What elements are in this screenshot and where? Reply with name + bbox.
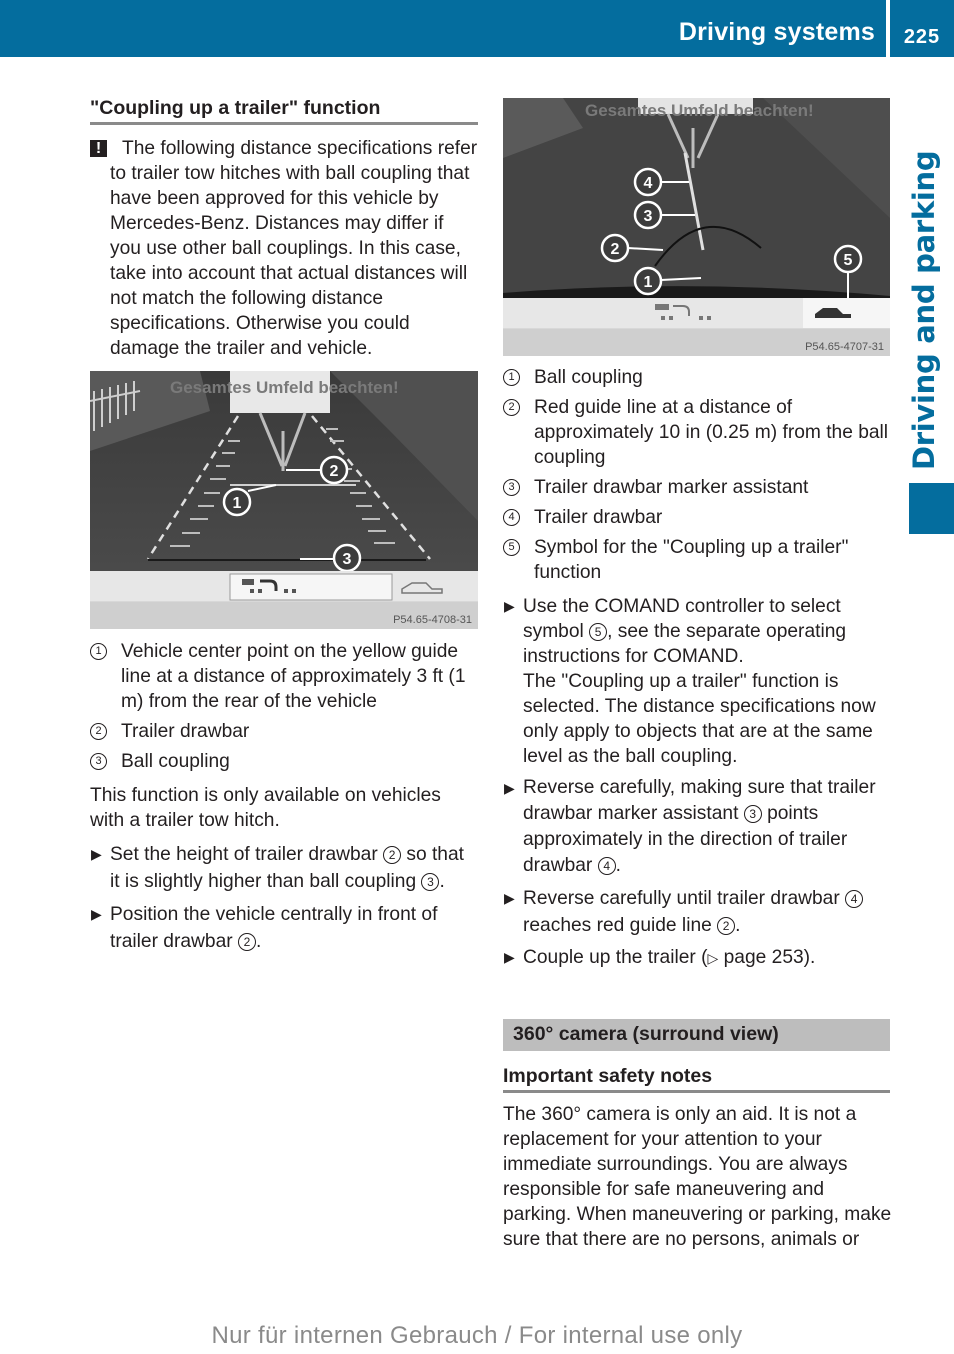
section-heading: 360° camera (surround view) bbox=[513, 1023, 779, 1045]
legend-item: 1 Vehicle center point on the yellow gui… bbox=[90, 639, 478, 714]
svg-text:1: 1 bbox=[644, 274, 653, 291]
callout-ref: 5 bbox=[589, 623, 608, 641]
camera-figure-1: Gesamtes Umfeld beachten! 1 2 3 P54.65-4… bbox=[90, 371, 478, 629]
callout-ref: 4 bbox=[845, 890, 864, 908]
svg-text:2: 2 bbox=[330, 463, 339, 480]
right-steps: ▶ Use the COMAND controller to select sy… bbox=[503, 594, 890, 971]
legend-item: 3 Trailer drawbar marker assistant bbox=[503, 475, 890, 500]
callout-number: 4 bbox=[503, 509, 520, 526]
legend-text: Vehicle center point on the yellow guide… bbox=[121, 641, 466, 712]
legend-text: Trailer drawbar bbox=[534, 507, 663, 528]
instruction-step: ▶ Set the height of trailer drawbar 2 so… bbox=[90, 841, 478, 895]
callout-number: 1 bbox=[90, 643, 107, 660]
callout-number: 5 bbox=[503, 539, 520, 556]
instruction-step: ▶ Reverse carefully, making sure that tr… bbox=[504, 777, 876, 876]
svg-text:1: 1 bbox=[233, 495, 242, 512]
legend-item: 1 Ball coupling bbox=[503, 365, 890, 390]
warning-text: The following distance specifications re… bbox=[110, 138, 478, 359]
legend-text: Trailer drawbar bbox=[121, 721, 250, 742]
chapter-tab-label: Driving and parking bbox=[907, 150, 941, 470]
page-ref-link[interactable]: ▷ page 253 bbox=[708, 947, 804, 968]
legend-text: Trailer drawbar marker assistant bbox=[534, 477, 809, 498]
callout-number: 3 bbox=[503, 479, 520, 496]
figure-code: P54.65-4707-31 bbox=[805, 341, 884, 353]
section-heading-box: 360° camera (surround view) bbox=[503, 1019, 890, 1051]
camera-image-1: Gesamtes Umfeld beachten! 1 2 3 P54.65-4… bbox=[90, 371, 478, 629]
svg-text:5: 5 bbox=[844, 252, 853, 269]
coupling-heading: "Coupling up a trailer" function bbox=[90, 96, 478, 125]
callout-number: 2 bbox=[503, 399, 520, 416]
page-number: 225 bbox=[903, 26, 941, 48]
step-arrow-icon: ▶ bbox=[504, 598, 515, 614]
warning-note: ! The following distance specifications … bbox=[90, 136, 478, 361]
callout-number: 1 bbox=[503, 369, 520, 386]
legend-item: 2 Trailer drawbar bbox=[90, 719, 478, 744]
selected-menu-box bbox=[229, 573, 393, 601]
step-arrow-icon: ▶ bbox=[504, 890, 515, 906]
internal-use-watermark: Nur für internen Gebrauch / For internal… bbox=[211, 1322, 743, 1349]
svg-text:4: 4 bbox=[644, 175, 653, 192]
intro-text: This function is only available on vehic… bbox=[90, 785, 441, 831]
camera-overlay-text: Gesamtes Umfeld beachten! bbox=[170, 378, 399, 397]
step-result: The "Coupling up a trailer" function is … bbox=[523, 671, 876, 767]
callout-ref: 2 bbox=[383, 846, 402, 864]
section-title: Driving systems bbox=[678, 18, 875, 46]
callout-number: 3 bbox=[90, 753, 107, 770]
callout-ref: 4 bbox=[597, 857, 616, 875]
chapter-tab-marker bbox=[909, 483, 954, 534]
left-steps: ▶ Set the height of trailer drawbar 2 so… bbox=[90, 841, 478, 955]
callout-ref: 3 bbox=[421, 873, 440, 891]
instruction-step: ▶ Use the COMAND controller to select sy… bbox=[503, 594, 890, 769]
figure-2-legend: 1 Ball coupling 2 Red guide line at a di… bbox=[503, 365, 890, 585]
step-arrow-icon: ▶ bbox=[504, 949, 515, 965]
instruction-step: ▶ Reverse carefully until trailer drawba… bbox=[503, 885, 890, 939]
svg-text:2: 2 bbox=[611, 241, 620, 258]
svg-text:3: 3 bbox=[644, 208, 653, 225]
legend-item: 4 Trailer drawbar bbox=[503, 505, 890, 530]
page-ref-icon: ▷ bbox=[707, 950, 719, 966]
callout-ref: 2 bbox=[717, 917, 736, 935]
step-arrow-icon: ▶ bbox=[504, 780, 515, 796]
camera-image-2: Gesamtes Umfeld beachten! 4 3 2 1 5 P54.… bbox=[503, 98, 890, 356]
legend-text: Ball coupling bbox=[534, 367, 643, 388]
figure-1-legend: 1 Vehicle center point on the yellow gui… bbox=[90, 639, 478, 774]
legend-text: Ball coupling bbox=[121, 751, 230, 772]
safety-notes-body: The 360° camera is only an aid. It is no… bbox=[503, 1104, 892, 1250]
warning-icon: ! bbox=[90, 140, 107, 157]
instruction-step: ▶ Couple up the trailer (▷ page 253). bbox=[504, 947, 816, 968]
callout-ref: 2 bbox=[237, 933, 256, 951]
svg-text:3: 3 bbox=[343, 551, 352, 568]
figure-code: P54.65-4708-31 bbox=[393, 614, 472, 626]
safety-notes-heading: Important safety notes bbox=[503, 1064, 890, 1093]
step-arrow-icon: ▶ bbox=[91, 846, 102, 862]
instruction-step: ▶ Position the vehicle centrally in fron… bbox=[90, 901, 478, 955]
camera-overlay-text: Gesamtes Umfeld beachten! bbox=[585, 101, 814, 120]
legend-item: 5 Symbol for the "Coupling up a trailer"… bbox=[503, 535, 890, 585]
legend-item: 2 Red guide line at a distance of approx… bbox=[503, 395, 890, 470]
legend-text: Red guide line at a distance of approxim… bbox=[534, 397, 889, 468]
selected-menu-box bbox=[803, 298, 890, 328]
callout-ref: 3 bbox=[743, 805, 762, 823]
camera-figure-2: Gesamtes Umfeld beachten! 4 3 2 1 5 P54.… bbox=[503, 98, 890, 356]
step-arrow-icon: ▶ bbox=[91, 906, 102, 922]
legend-item: 3 Ball coupling bbox=[90, 749, 478, 774]
callout-number: 2 bbox=[90, 723, 107, 740]
legend-text: Symbol for the "Coupling up a trailer" f… bbox=[534, 537, 849, 583]
